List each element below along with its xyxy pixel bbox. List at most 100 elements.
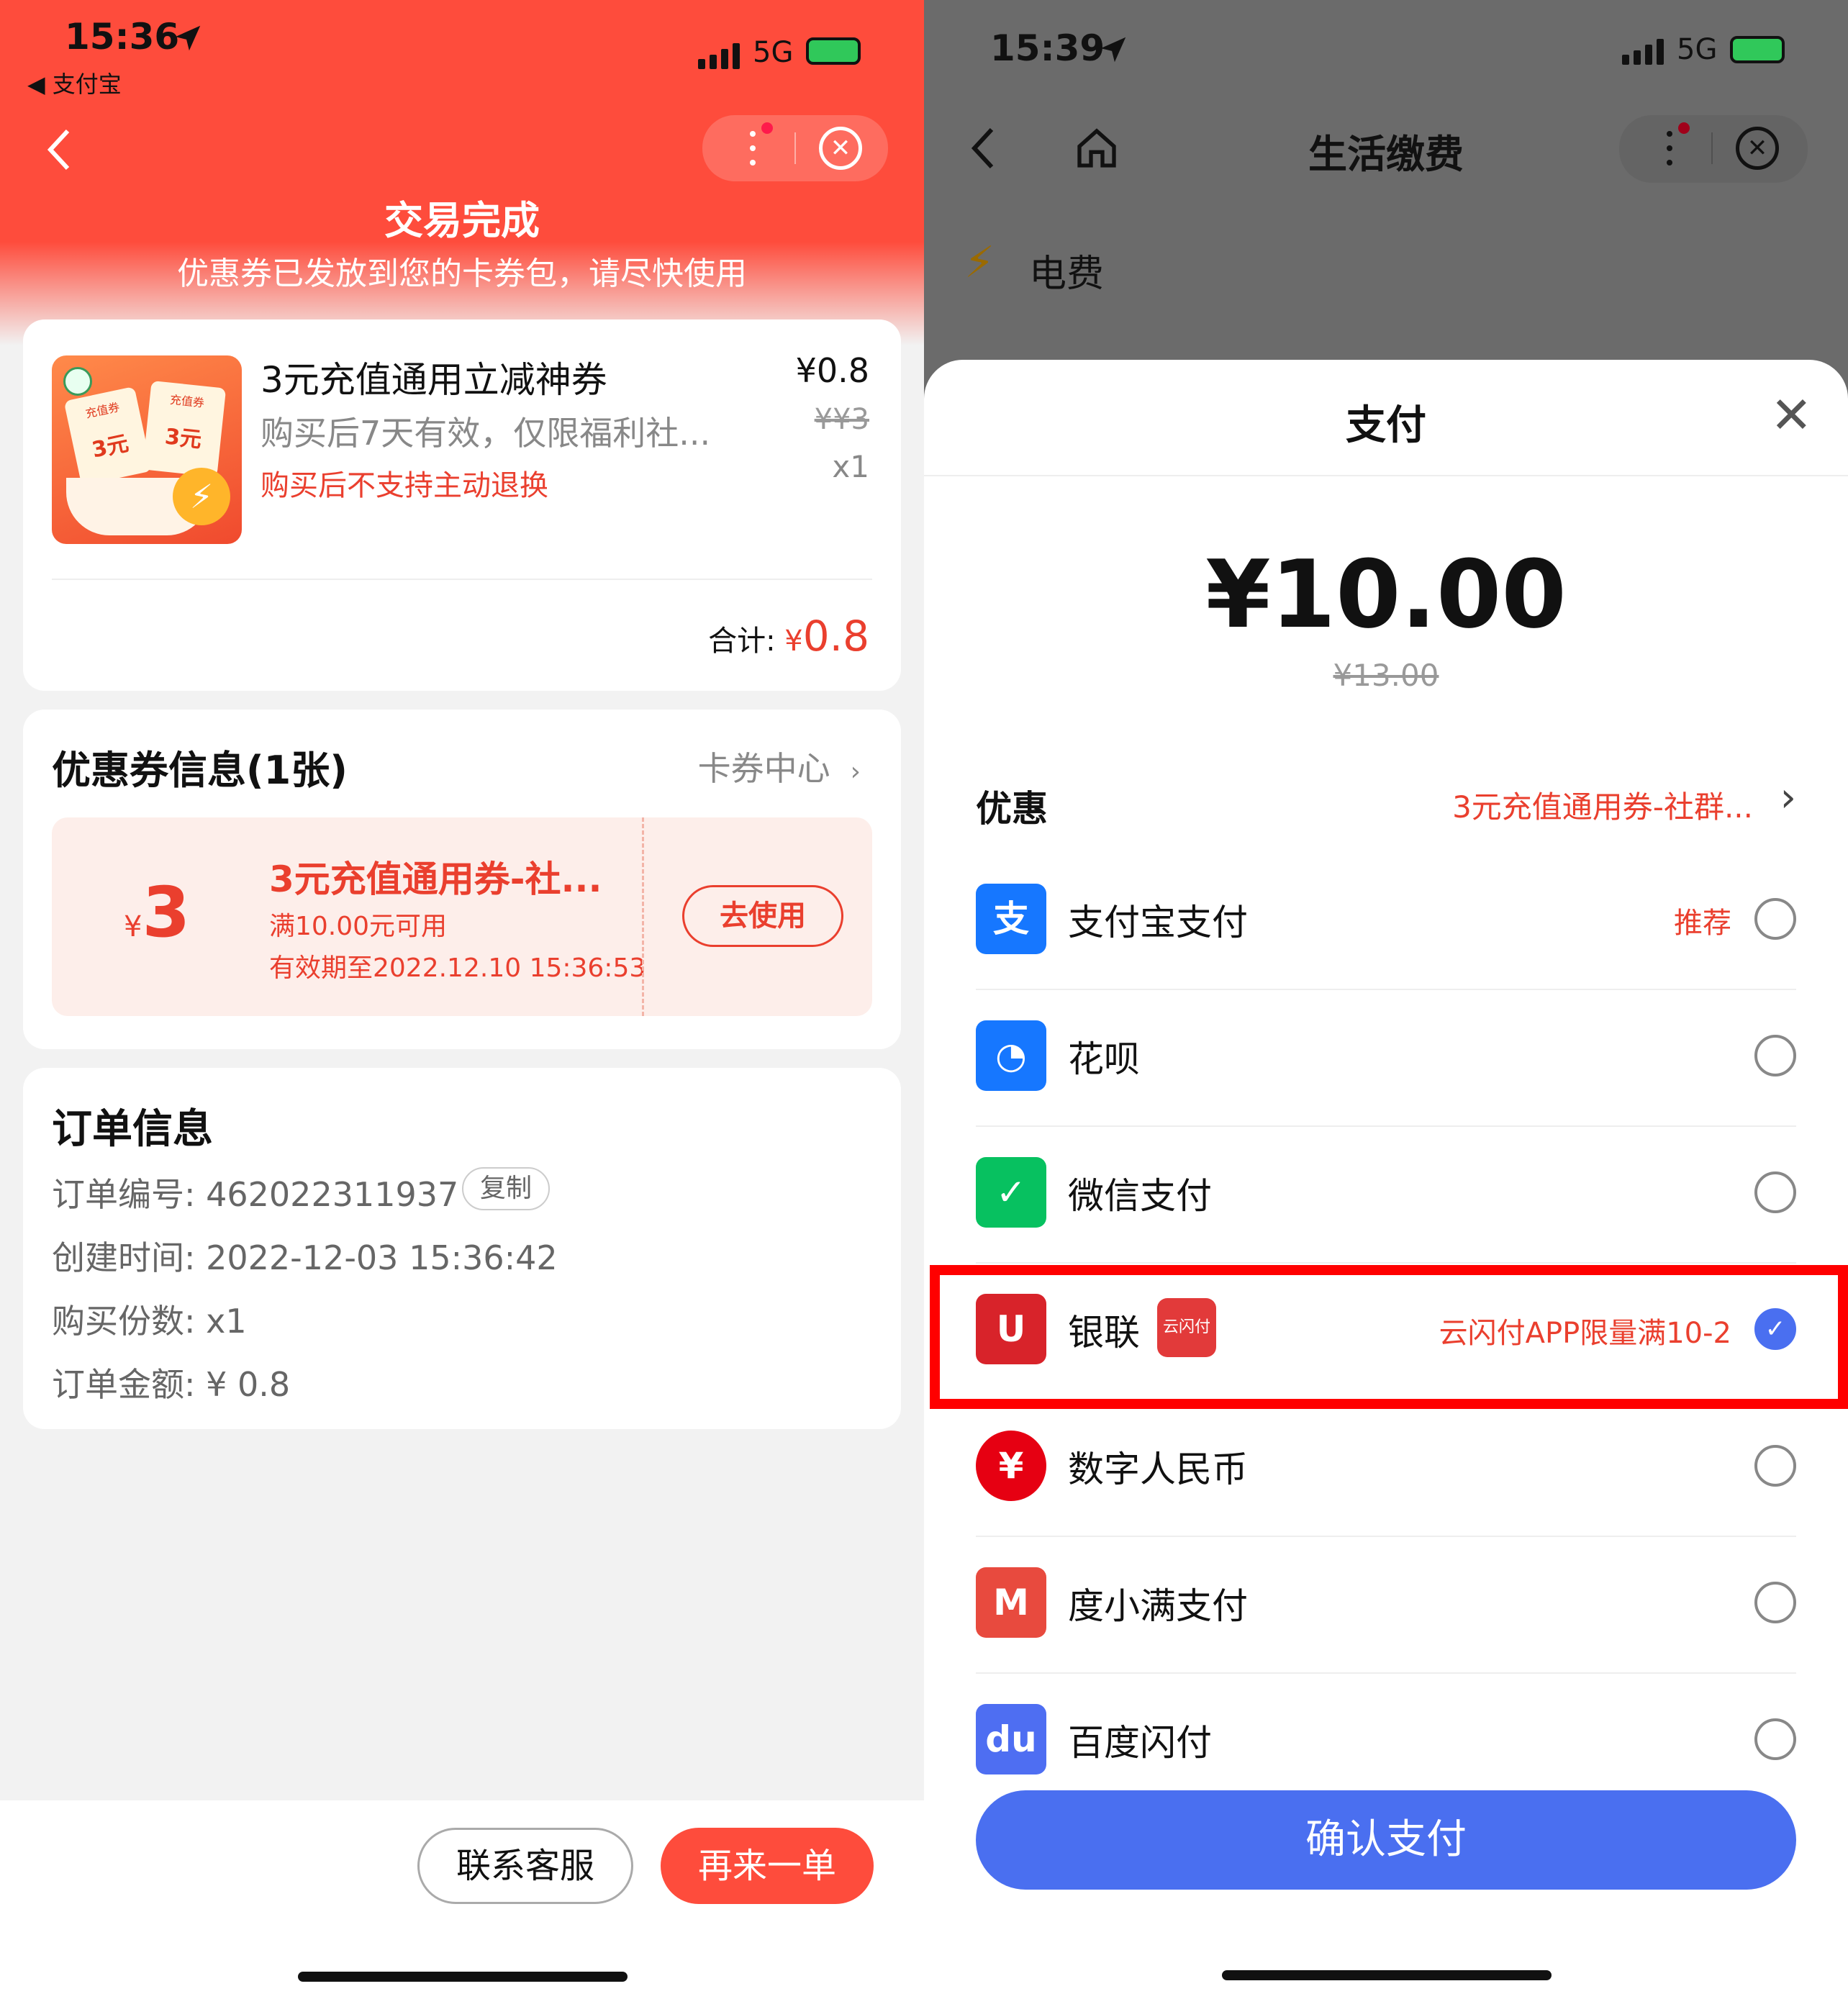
back-arrow-icon[interactable] — [45, 127, 73, 173]
back-to-app[interactable]: ◀ 支付宝 — [27, 66, 122, 99]
baidu-pay-icon: du — [976, 1704, 1046, 1774]
coupon-info-card: 优惠券信息(1张) 卡券中心 › ¥3 3元充值通用券-社... 满10.00元可… — [23, 710, 901, 1049]
pay-method-label: 支付宝支付 — [1068, 902, 1248, 943]
pay-method-label: 度小满支付 — [1068, 1585, 1248, 1627]
signal-icon — [1622, 37, 1672, 66]
huabei-icon: ◔ — [976, 1020, 1046, 1091]
lightning-icon: ⚡ — [173, 468, 230, 525]
pay-amount: ¥10.00 — [1205, 540, 1567, 649]
sheet-close-icon[interactable]: ✕ — [1770, 386, 1813, 445]
contact-service-button[interactable]: 联系客服 — [417, 1828, 633, 1904]
radio-unchecked[interactable] — [1754, 898, 1796, 940]
pay-method-row[interactable]: ¥ 数字人民币 — [976, 1400, 1796, 1537]
order-info-title: 订单信息 — [52, 1106, 213, 1153]
footer-bar: 联系客服 再来一单 — [0, 1800, 924, 1999]
sheet-title: 支付 — [1346, 402, 1426, 449]
coupon-amount-symbol: ¥ — [124, 910, 142, 943]
electricity-icon: ⚡ — [964, 237, 995, 288]
chevron-right-icon: › — [850, 757, 861, 787]
product-qty: x1 — [832, 449, 869, 484]
left-screen: 15:36 ◀ 支付宝 5G ✕ 交易完成 优惠券已发放到您的卡券包，请尽快使用… — [0, 0, 924, 1999]
discount-row[interactable]: 优惠 3元充值通用券-社群... › — [976, 763, 1796, 835]
order-number: 订单编号: 462022311937 — [52, 1175, 459, 1214]
order-quantity: 购买份数: x1 — [52, 1302, 247, 1341]
coupon-expiry: 有效期至2022.12.10 15:36:53 — [269, 953, 646, 983]
coupon-info-title: 优惠券信息(1张) — [52, 748, 348, 793]
pay-method-row[interactable]: M 度小满支付 — [976, 1537, 1796, 1674]
more-icon[interactable] — [748, 130, 757, 167]
voucher-value: 3元 — [163, 424, 203, 453]
discount-value: 3元充值通用券-社群... — [1452, 789, 1753, 825]
radio-unchecked[interactable] — [1754, 1035, 1796, 1076]
radio-unchecked[interactable] — [1754, 1445, 1796, 1487]
brand-badge-icon — [63, 367, 92, 396]
coupon-name: 3元充值通用券-社... — [269, 858, 602, 900]
coupon-amount-value: 3 — [142, 872, 191, 953]
discount-label: 优惠 — [976, 788, 1048, 830]
pay-method-row[interactable]: ◔ 花呗 — [976, 990, 1796, 1127]
more-icon[interactable] — [1665, 130, 1674, 167]
pay-method-row[interactable]: 支支付宝支付 推荐 — [976, 853, 1796, 990]
status-time: 15:36 — [65, 16, 180, 58]
home-indicator — [1222, 1970, 1552, 1980]
total-currency: ¥ — [784, 625, 803, 658]
voucher-text: 充值券 — [169, 392, 205, 410]
pay-method-row[interactable]: ✓ 微信支付 — [976, 1127, 1796, 1264]
order-created: 创建时间: 2022-12-03 15:36:42 — [52, 1238, 558, 1277]
copy-button[interactable]: 复制 — [462, 1167, 550, 1210]
coupon-condition: 满10.00元可用 — [269, 912, 448, 941]
card-center-link[interactable]: 卡券中心 › — [698, 743, 861, 790]
pay-method-label: 数字人民币 — [1068, 1449, 1248, 1490]
radio-unchecked[interactable] — [1754, 1718, 1796, 1760]
product-warning: 购买后不支持主动退换 — [261, 469, 548, 502]
bg-item-label: 电费 — [1029, 253, 1105, 296]
close-icon[interactable]: ✕ — [819, 127, 862, 170]
pay-method-label: 百度闪付 — [1068, 1722, 1212, 1764]
location-arrow-icon — [175, 25, 201, 51]
product-image: 充值券 3元 充值券 3元 ⚡ — [52, 355, 242, 544]
page-title: 交易完成 — [384, 198, 540, 243]
close-icon[interactable]: ✕ — [1736, 127, 1779, 170]
battery-icon — [1730, 36, 1785, 63]
card-center-label: 卡券中心 — [697, 749, 830, 788]
total-value: 0.8 — [802, 612, 869, 661]
order-info-card: 订单信息 订单编号: 462022311937 复制 创建时间: 2022-12… — [23, 1068, 901, 1429]
coupon-amount: ¥3 — [124, 872, 190, 953]
reorder-button[interactable]: 再来一单 — [661, 1828, 874, 1904]
signal-icon — [698, 42, 748, 71]
confirm-pay-button[interactable]: 确认支付 — [976, 1790, 1796, 1890]
notification-dot — [1678, 122, 1690, 134]
voucher-graphic-2: 充值券 3元 — [142, 380, 227, 478]
order-amount: 订单金额: ¥ 0.8 — [52, 1365, 291, 1404]
highlight-box — [930, 1265, 1848, 1409]
battery-icon — [806, 37, 861, 65]
total-label: 合计: — [708, 625, 776, 658]
product-original-price: ¥¥3 — [814, 403, 869, 436]
voucher-graphic: 充值券 3元 — [63, 386, 153, 486]
wechat-pay-icon: ✓ — [976, 1157, 1046, 1228]
location-arrow-icon — [1100, 37, 1126, 63]
voucher-value: 3元 — [89, 430, 131, 463]
product-name: 3元充值通用立减神券 — [261, 359, 607, 401]
status-time: 15:39 — [990, 27, 1105, 69]
digital-rmb-icon: ¥ — [976, 1431, 1046, 1501]
pay-method-label: 微信支付 — [1068, 1175, 1212, 1217]
coupon-ticket: ¥3 3元充值通用券-社... 满10.00元可用 有效期至2022.12.10… — [52, 817, 872, 1016]
duxiaoman-icon: M — [976, 1567, 1046, 1638]
radio-unchecked[interactable] — [1754, 1582, 1796, 1623]
miniapp-capsule: ✕ — [1619, 115, 1808, 183]
product-price: ¥0.8 — [795, 351, 869, 390]
network-label: 5G — [753, 36, 794, 69]
back-app-label: 支付宝 — [52, 71, 122, 98]
pay-original-amount: ¥13.00 — [1333, 658, 1439, 693]
pay-method-hint: 推荐 — [1674, 907, 1731, 940]
network-label: 5G — [1677, 33, 1718, 66]
use-coupon-button[interactable]: 去使用 — [682, 885, 843, 947]
chevron-right-icon: › — [1780, 774, 1796, 821]
home-indicator — [298, 1972, 628, 1982]
total-row: 合计: ¥0.8 — [708, 612, 869, 661]
pay-method-label: 花呗 — [1068, 1038, 1140, 1080]
radio-unchecked[interactable] — [1754, 1171, 1796, 1213]
notification-dot — [761, 122, 773, 134]
right-screen: 15:39 5G 生活缴费 ✕ ⚡ 电费 支付 ✕ ¥10.00 ¥13.00 … — [924, 0, 1848, 1999]
